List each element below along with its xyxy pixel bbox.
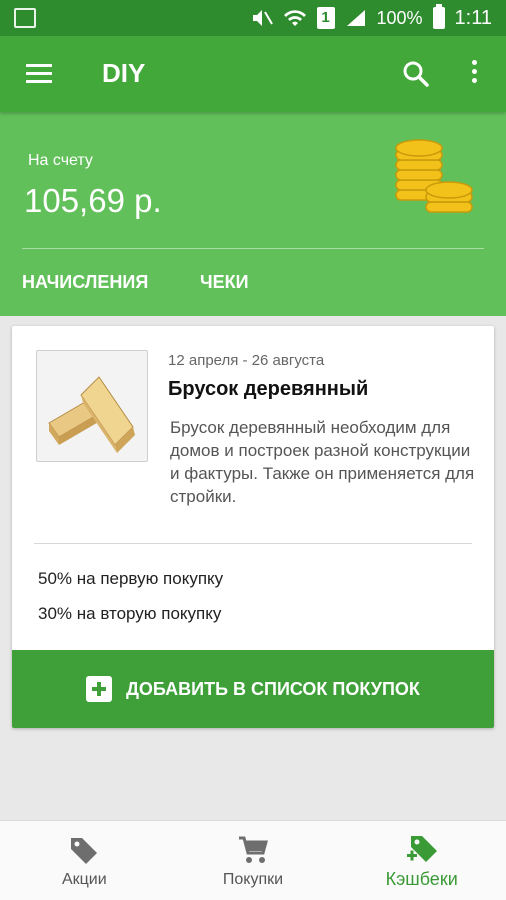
search-icon[interactable] — [402, 60, 430, 88]
offer-line: 30% на вторую покупку — [38, 604, 222, 623]
tab-accruals[interactable]: НАЧИСЛЕНИЯ — [22, 272, 148, 293]
more-options-icon[interactable] — [468, 60, 480, 88]
product-title: Брусок деревянный — [168, 378, 369, 400]
app-title: DIY — [102, 58, 146, 88]
add-button-label: ДОБАВИТЬ В СПИСОК ПОКУПОК — [126, 678, 420, 699]
nav-item-cashbacks[interactable]: Кэшбеки — [337, 821, 506, 900]
nav-label: Кэшбеки — [385, 869, 458, 889]
offer-card[interactable]: 12 апреля - 26 августа Брусок деревянный… — [12, 326, 494, 728]
add-box-icon — [86, 676, 113, 702]
nav-label: Акции — [61, 871, 107, 888]
balance-label: На счету — [28, 152, 93, 169]
status-bar: 1 100% 1:11 — [0, 0, 506, 36]
balance-panel: На счету 105,69 р. НАЧИСЛЕНИЯ ЧЕКИ — [0, 112, 506, 316]
product-image — [36, 350, 148, 462]
coins-icon — [395, 139, 473, 213]
add-to-shopping-list-button[interactable]: ДОБАВИТЬ В СПИСОК ПОКУПОК — [12, 650, 494, 728]
menu-icon[interactable] — [26, 64, 52, 84]
product-description: Брусок деревянный необходим для домов и … — [170, 418, 475, 506]
card-divider — [34, 543, 472, 544]
wooden-block-image — [48, 376, 135, 453]
nav-label: Покупки — [222, 871, 284, 888]
balance-value: 105,69 р. — [24, 182, 162, 219]
status-icons: 1 100% 1:11 — [251, 0, 492, 36]
gallery-notification-icon — [14, 8, 36, 28]
hero-divider — [22, 248, 484, 249]
cart-icon — [239, 836, 268, 863]
app-bar: DIY — [0, 36, 506, 112]
signal-icon — [346, 10, 365, 26]
mute-icon — [252, 10, 273, 26]
offer-line: 50% на первую покупку — [38, 569, 224, 588]
bottom-navigation: Акции Покупки Кэшбеки — [0, 820, 506, 900]
offer-date-range: 12 апреля - 26 августа — [168, 352, 325, 369]
nav-item-purchases[interactable]: Покупки — [169, 821, 338, 900]
sim-slot-badge: 1 — [316, 7, 335, 29]
battery-icon — [432, 4, 445, 29]
clock: 1:11 — [454, 6, 492, 29]
tab-receipts[interactable]: ЧЕКИ — [200, 272, 249, 293]
battery-percent: 100% — [376, 7, 423, 28]
wifi-icon — [283, 10, 306, 26]
nav-item-promotions[interactable]: Акции — [0, 821, 169, 900]
cashback-tag-icon — [406, 836, 437, 862]
tag-icon — [71, 838, 98, 864]
